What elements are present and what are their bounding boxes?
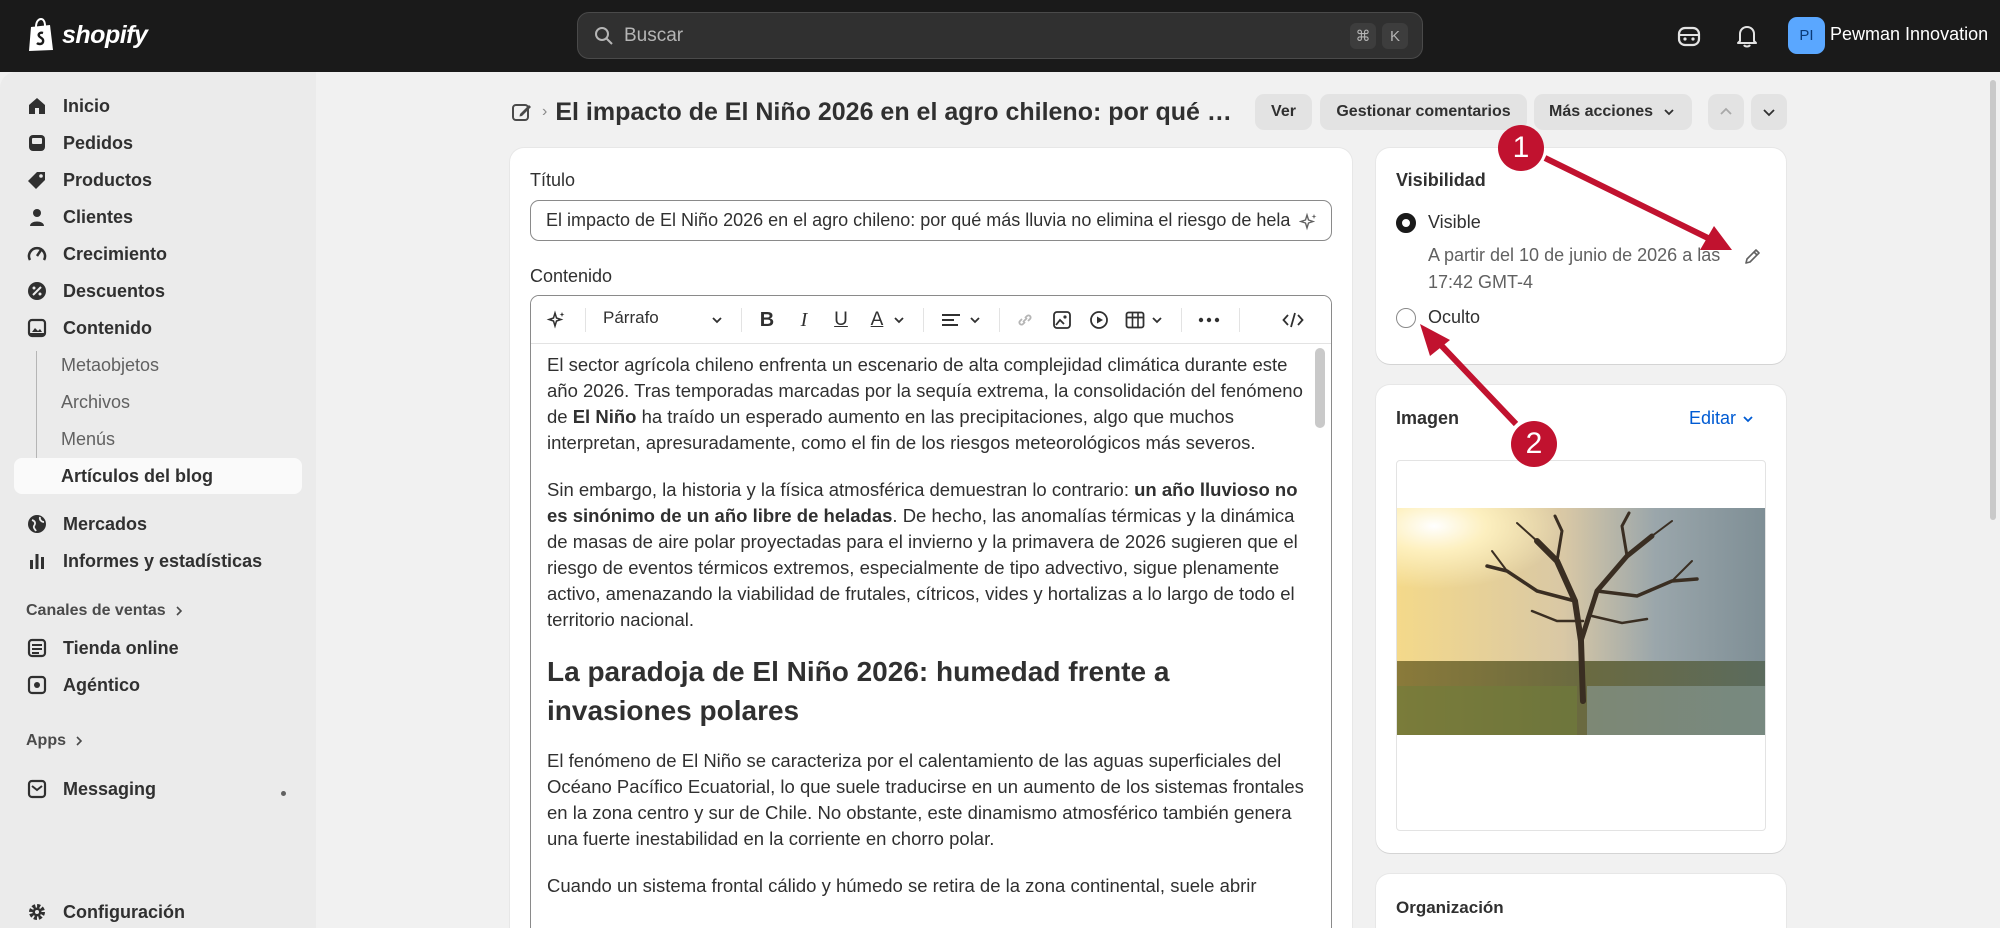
annotation-overlay	[1420, 155, 1732, 427]
annotation-badge-1: 1	[1498, 125, 1544, 171]
annotation-badge-2: 2	[1511, 421, 1557, 467]
annotation-arrow-2	[1435, 339, 1519, 427]
annotation-arrow-1	[1543, 155, 1714, 243]
